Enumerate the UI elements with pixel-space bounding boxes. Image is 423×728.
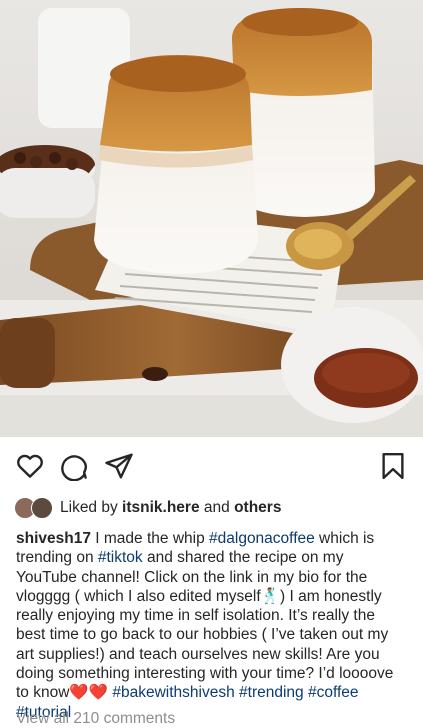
hashtag-link[interactable]: #dalgonacoffee: [209, 530, 315, 547]
caption-username-link[interactable]: shivesh17: [16, 530, 91, 547]
likes-others-link[interactable]: others: [234, 499, 281, 516]
hashtag-link[interactable]: #trending: [239, 684, 304, 701]
liker-avatars[interactable]: [14, 497, 56, 519]
likes-row: Liked by itsnik.here and others: [0, 493, 423, 523]
hashtag-link[interactable]: #coffee: [308, 684, 359, 701]
likes-middle: and: [199, 499, 235, 516]
paper-plane-icon: [105, 453, 133, 479]
heart-outline-icon: [17, 454, 43, 478]
hashtag-link[interactable]: #tiktok: [98, 549, 143, 566]
avatar[interactable]: [31, 497, 53, 519]
caption-text: I made the whip: [90, 530, 210, 547]
post-caption: shivesh17 I made the whip #dalgonacoffee…: [0, 523, 423, 722]
bookmark-icon: [382, 452, 404, 480]
dancer-emoji: 🕺🏽: [260, 587, 280, 605]
post-image[interactable]: [0, 0, 423, 437]
post-action-bar: [0, 437, 423, 493]
share-button[interactable]: [104, 451, 134, 481]
view-all-comments-link[interactable]: View all 210 comments: [16, 710, 175, 728]
likes-text: Liked by itsnik.here and others: [60, 499, 281, 517]
like-button[interactable]: [15, 451, 45, 481]
liker-username-link[interactable]: itsnik.here: [122, 499, 200, 516]
heart-emoji: ❤️❤️: [69, 684, 109, 702]
comment-button[interactable]: [59, 451, 89, 481]
likes-prefix: Liked by: [60, 499, 123, 516]
hashtag-link[interactable]: #bakewithshivesh: [112, 684, 234, 701]
speech-bubble-icon: [61, 455, 88, 481]
save-button[interactable]: [378, 451, 408, 481]
